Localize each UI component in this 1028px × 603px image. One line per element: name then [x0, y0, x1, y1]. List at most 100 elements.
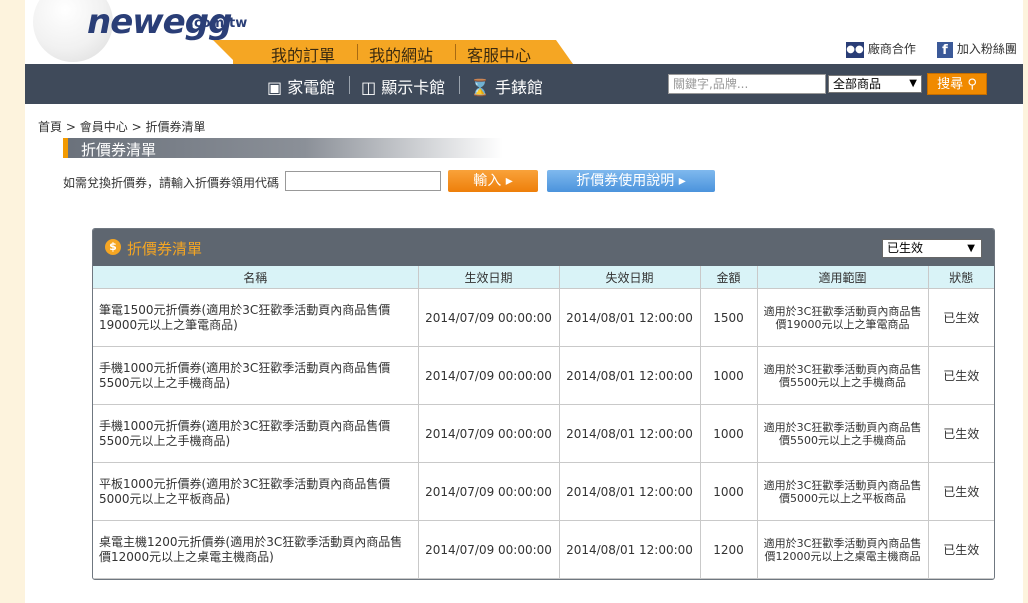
tab-my-orders[interactable]: 我的訂單 — [271, 42, 335, 64]
submit-code-button[interactable]: 輸入 ▸ — [448, 170, 538, 192]
start-date: 2014/07/09 00:00:00 — [417, 462, 560, 521]
coupon-name: 手機1000元折價券(適用於3C狂歡季活動頁內商品售價5500元以上之手機商品) — [93, 404, 419, 463]
scope: 適用於3C狂歡季活動頁內商品售價19000元以上之筆電商品 — [756, 288, 929, 347]
table-header-row: 名稱 生效日期 失效日期 金額 適用範圍 狀態 — [93, 266, 994, 289]
redeem-label: 如需兌換折價券，請輸入折價券領用代碼 — [63, 176, 280, 190]
column-header-start-date: 生效日期 — [417, 266, 560, 289]
partner-link-label: 廠商合作 — [867, 42, 916, 56]
status-badge: 已生效 — [927, 404, 994, 463]
scope: 適用於3C狂歡季活動頁內商品售價5500元以上之手機商品 — [756, 346, 929, 405]
status-filter-select[interactable]: 已生效 ▼ — [882, 239, 982, 258]
coupon-table: 名稱 生效日期 失效日期 金額 適用範圍 狀態 筆電1500元折價券(適用於3C… — [93, 266, 994, 579]
arrow-right-icon: ▸ — [678, 173, 686, 189]
table-row: 手機1000元折價券(適用於3C狂歡季活動頁內商品售價5500元以上之手機商品)… — [93, 346, 994, 405]
end-date: 2014/08/01 12:00:00 — [558, 404, 701, 463]
status-badge: 已生效 — [927, 288, 994, 347]
start-date: 2014/07/09 00:00:00 — [417, 520, 560, 579]
column-header-status: 狀態 — [927, 266, 994, 289]
panel-header: $ 折價券清單 已生效 ▼ — [93, 229, 994, 266]
panel-title: 折價券清單 — [127, 240, 203, 258]
breadcrumb-separator: > — [65, 120, 80, 134]
amount: 1500 — [699, 288, 758, 347]
end-date: 2014/08/01 12:00:00 — [558, 520, 701, 579]
breadcrumb: 首頁 > 會員中心 > 折價券清單 — [38, 118, 205, 135]
tab-customer-service[interactable]: 客服中心 — [467, 42, 531, 64]
tab-divider — [455, 44, 456, 60]
category-bar: ▣ 家電館 ◫ 顯示卡館 ⌛ 手錶館 關鍵字,品牌... 全部商品 ▼ 搜尋 ⚲ — [25, 64, 1023, 104]
end-date: 2014/08/01 12:00:00 — [558, 288, 701, 347]
tab-divider — [357, 44, 358, 60]
submit-code-label: 輸入 — [473, 173, 502, 189]
fan-link-label: 加入粉絲團 — [956, 42, 1017, 56]
top-tab-bar: 我的訂單 我的網站 客服中心 — [233, 40, 573, 64]
end-date: 2014/08/01 12:00:00 — [558, 462, 701, 521]
amount: 1000 — [699, 404, 758, 463]
amount: 1200 — [699, 520, 758, 579]
search-input[interactable]: 關鍵字,品牌... — [668, 74, 826, 94]
category-graphics-cards[interactable]: ◫ 顯示卡館 — [361, 74, 445, 98]
category-divider — [349, 76, 350, 94]
scope: 適用於3C狂歡季活動頁內商品售價12000元以上之桌電主機商品 — [756, 520, 929, 579]
coupon-name: 平板1000元折價券(適用於3C狂歡季活動頁內商品售價5000元以上之平板商品) — [93, 462, 419, 521]
breadcrumb-current[interactable]: 折價券清單 — [145, 120, 205, 134]
tv-icon: ▣ — [267, 78, 283, 97]
dollar-coin-icon: $ — [105, 239, 121, 255]
table-row: 平板1000元折價券(適用於3C狂歡季活動頁內商品售價5000元以上之平板商品)… — [93, 462, 994, 521]
title-accent-bar — [63, 138, 68, 158]
coupon-name: 手機1000元折價券(適用於3C狂歡季活動頁內商品售價5500元以上之手機商品) — [93, 346, 419, 405]
arrow-right-icon: ▸ — [505, 173, 513, 189]
breadcrumb-home[interactable]: 首頁 — [38, 120, 62, 134]
table-row: 手機1000元折價券(適用於3C狂歡季活動頁內商品售價5500元以上之手機商品)… — [93, 404, 994, 463]
search-button-label: 搜尋 — [937, 77, 964, 92]
amount: 1000 — [699, 462, 758, 521]
column-header-amount: 金額 — [699, 266, 758, 289]
watch-icon: ⌛ — [470, 78, 490, 97]
page-title-banner: 折價券清單 — [63, 138, 503, 159]
status-badge: 已生效 — [927, 462, 994, 521]
start-date: 2014/07/09 00:00:00 — [417, 346, 560, 405]
table-row: 筆電1500元折價券(適用於3C狂歡季活動頁內商品售價19000元以上之筆電商品… — [93, 288, 994, 347]
category-appliances-label: 家電館 — [287, 78, 336, 97]
column-header-end-date: 失效日期 — [558, 266, 701, 289]
start-date: 2014/07/09 00:00:00 — [417, 404, 560, 463]
start-date: 2014/07/09 00:00:00 — [417, 288, 560, 347]
table-row: 桌電主機1200元折價券(適用於3C狂歡季活動頁內商品售價12000元以上之桌電… — [93, 520, 994, 579]
search-button[interactable]: 搜尋 ⚲ — [927, 73, 987, 95]
category-watches[interactable]: ⌛ 手錶館 — [470, 74, 543, 98]
facebook-fan-link[interactable]: f 加入粉絲團 — [937, 40, 1017, 58]
header-top: newegg .com.tw 我的訂單 我的網站 客服中心 ●● 廠商合作 f … — [25, 0, 1023, 64]
coupon-help-button[interactable]: 折價券使用說明 ▸ — [547, 170, 715, 192]
coupon-code-input[interactable] — [285, 171, 441, 191]
category-watches-label: 手錶館 — [495, 78, 544, 97]
tab-my-site[interactable]: 我的網站 — [369, 42, 433, 64]
dropdown-arrow-icon: ▼ — [967, 243, 975, 254]
breadcrumb-member-center[interactable]: 會員中心 — [80, 120, 128, 134]
dropdown-arrow-icon: ▼ — [909, 78, 917, 89]
amount: 1000 — [699, 346, 758, 405]
logo-suffix: .com.tw — [189, 16, 248, 31]
people-icon: ●● — [846, 41, 864, 58]
category-appliances[interactable]: ▣ 家電館 — [267, 74, 335, 98]
column-header-name: 名稱 — [93, 266, 419, 289]
coupon-help-label: 折價券使用說明 — [576, 173, 675, 189]
status-badge: 已生效 — [927, 520, 994, 579]
column-header-scope: 適用範圍 — [756, 266, 929, 289]
search-icon: ⚲ — [967, 77, 977, 92]
facebook-icon: f — [937, 41, 953, 58]
category-graphics-cards-label: 顯示卡館 — [381, 78, 446, 97]
end-date: 2014/08/01 12:00:00 — [558, 346, 701, 405]
scope: 適用於3C狂歡季活動頁內商品售價5500元以上之手機商品 — [756, 404, 929, 463]
scope: 適用於3C狂歡季活動頁內商品售價5000元以上之平板商品 — [756, 462, 929, 521]
status-filter-value: 已生效 — [887, 241, 924, 255]
coupon-panel: $ 折價券清單 已生效 ▼ 名稱 生效日期 失效日期 金額 適用範圍 狀態 筆電… — [92, 228, 995, 580]
graphics-card-icon: ◫ — [361, 78, 377, 97]
search-scope-value: 全部商品 — [833, 77, 882, 91]
page-title: 折價券清單 — [81, 141, 157, 159]
coupon-name: 筆電1500元折價券(適用於3C狂歡季活動頁內商品售價19000元以上之筆電商品… — [93, 288, 419, 347]
status-badge: 已生效 — [927, 346, 994, 405]
category-divider — [459, 76, 460, 94]
page: newegg .com.tw 我的訂單 我的網站 客服中心 ●● 廠商合作 f … — [25, 0, 1023, 603]
search-scope-select[interactable]: 全部商品 ▼ — [828, 75, 922, 93]
breadcrumb-separator: > — [131, 120, 146, 134]
partner-link[interactable]: ●● 廠商合作 — [846, 40, 916, 58]
